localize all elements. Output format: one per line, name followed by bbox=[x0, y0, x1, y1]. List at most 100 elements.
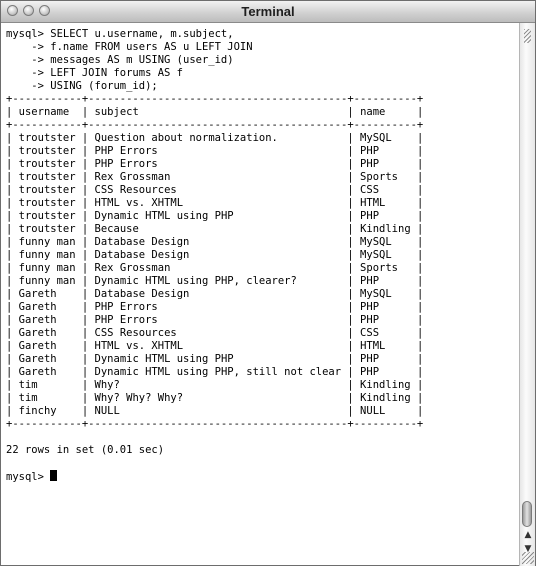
table-cell: HTML bbox=[360, 197, 386, 209]
table-cell: funny man bbox=[18, 275, 76, 287]
table-row: | finchy | NULL | NULL | bbox=[6, 405, 424, 417]
table-body: | troutster | Question about normalizati… bbox=[6, 132, 520, 418]
table-cell: PHP Errors bbox=[94, 301, 158, 313]
text-cursor bbox=[50, 470, 58, 481]
table-row: | troutster | Rex Grossman | Sports | bbox=[6, 171, 424, 183]
table-cell: MySQL bbox=[360, 236, 392, 248]
table-cell: Dynamic HTML using PHP bbox=[94, 210, 234, 222]
table-cell: troutster bbox=[18, 223, 76, 235]
command-prompt[interactable]: mysql> bbox=[6, 470, 520, 483]
table-cell: Kindling bbox=[360, 392, 411, 404]
table-row: | funny man | Rex Grossman | Sports | bbox=[6, 262, 424, 274]
table-cell: PHP bbox=[360, 301, 380, 313]
table-cell: Kindling bbox=[360, 223, 411, 235]
title-bar[interactable]: Terminal bbox=[1, 1, 535, 23]
table-cell: PHP bbox=[360, 366, 380, 378]
vertical-scrollbar[interactable]: ▲ ▼ bbox=[519, 23, 535, 566]
table-cell: Dynamic HTML using PHP, still not clear bbox=[94, 366, 342, 378]
table-cell: CSS bbox=[360, 184, 380, 196]
table-cell: PHP bbox=[360, 314, 380, 326]
table-cell: funny man bbox=[18, 249, 76, 261]
table-cell: funny man bbox=[18, 236, 76, 248]
table-cell: CSS Resources bbox=[94, 327, 177, 339]
table-cell: PHP Errors bbox=[94, 145, 158, 157]
table-cell: MySQL bbox=[360, 288, 392, 300]
table-cell: Sports bbox=[360, 262, 398, 274]
table-cell: Rex Grossman bbox=[94, 262, 171, 274]
table-cell: HTML vs. XHTML bbox=[94, 340, 184, 352]
terminal-window: Terminal mysql> SELECT u.username, m.sub… bbox=[0, 0, 536, 566]
table-row: | Gareth | Dynamic HTML using PHP | PHP … bbox=[6, 353, 424, 365]
resize-grip-icon bbox=[524, 29, 531, 43]
query-line: -> f.name FROM users AS u LEFT JOIN bbox=[6, 41, 253, 53]
table-cell: CSS bbox=[360, 327, 380, 339]
table-row: | troutster | Because | Kindling | bbox=[6, 223, 424, 235]
window-title: Terminal bbox=[241, 4, 295, 19]
table-row: | Gareth | HTML vs. XHTML | HTML | bbox=[6, 340, 424, 352]
table-row: | tim | Why? Why? Why? | Kindling | bbox=[6, 392, 424, 404]
table-cell: troutster bbox=[18, 171, 76, 183]
table-row: | funny man | Dynamic HTML using PHP, cl… bbox=[6, 275, 424, 287]
table-cell: troutster bbox=[18, 210, 76, 222]
table-cell: PHP bbox=[360, 210, 380, 222]
table-row: | troutster | PHP Errors | PHP | bbox=[6, 145, 424, 157]
table-cell: Gareth bbox=[18, 353, 57, 365]
table-cell: Because bbox=[94, 223, 139, 235]
table-cell: troutster bbox=[18, 158, 76, 170]
column-header: username bbox=[18, 106, 70, 118]
table-cell: troutster bbox=[18, 184, 76, 196]
column-header: name bbox=[360, 106, 386, 118]
window-resize-handle[interactable] bbox=[522, 552, 534, 564]
table-row: | Gareth | CSS Resources | CSS | bbox=[6, 327, 424, 339]
table-row: | troutster | PHP Errors | PHP | bbox=[6, 158, 424, 170]
table-cell: tim bbox=[18, 379, 38, 391]
terminal-output[interactable]: mysql> SELECT u.username, m.subject, -> … bbox=[1, 23, 520, 566]
table-cell: Database Design bbox=[94, 288, 190, 300]
table-cell: Gareth bbox=[18, 366, 57, 378]
result-summary: 22 rows in set (0.01 sec) bbox=[6, 444, 165, 456]
table-row: | funny man | Database Design | MySQL | bbox=[6, 236, 424, 248]
table-row: | tim | Why? | Kindling | bbox=[6, 379, 424, 391]
table-cell: Sports bbox=[360, 171, 398, 183]
prompt-label: mysql> bbox=[6, 471, 44, 483]
table-cell: Gareth bbox=[18, 301, 57, 313]
table-row: | Gareth | PHP Errors | PHP | bbox=[6, 314, 424, 326]
table-row: | Gareth | Dynamic HTML using PHP, still… bbox=[6, 366, 424, 378]
table-cell: troutster bbox=[18, 145, 76, 157]
table-cell: PHP bbox=[360, 353, 380, 365]
table-cell: troutster bbox=[18, 197, 76, 209]
table-cell: Database Design bbox=[94, 249, 190, 261]
sql-query: mysql> SELECT u.username, m.subject, -> … bbox=[6, 28, 520, 93]
table-cell: NULL bbox=[360, 405, 386, 417]
table-cell: PHP bbox=[360, 158, 380, 170]
table-cell: tim bbox=[18, 392, 38, 404]
table-row: | troutster | Question about normalizati… bbox=[6, 132, 424, 144]
table-cell: Dynamic HTML using PHP bbox=[94, 353, 234, 365]
table-cell: Gareth bbox=[18, 327, 57, 339]
query-line: -> LEFT JOIN forums AS f bbox=[6, 67, 184, 79]
table-cell: Kindling bbox=[360, 379, 411, 391]
table-cell: HTML bbox=[360, 340, 386, 352]
table-cell: PHP bbox=[360, 145, 380, 157]
table-cell: Gareth bbox=[18, 340, 57, 352]
table-cell: troutster bbox=[18, 132, 76, 144]
table-cell: CSS Resources bbox=[94, 184, 177, 196]
table-cell: HTML vs. XHTML bbox=[94, 197, 184, 209]
table-row: | troutster | HTML vs. XHTML | HTML | bbox=[6, 197, 424, 209]
table-cell: Why? bbox=[94, 379, 120, 391]
scroll-up-arrow-icon[interactable]: ▲ bbox=[522, 529, 534, 541]
table-border-bottom: +-----------+---------------------------… bbox=[6, 418, 424, 430]
table-cell: PHP Errors bbox=[94, 158, 158, 170]
table-cell: funny man bbox=[18, 262, 76, 274]
table-row: | Gareth | Database Design | MySQL | bbox=[6, 288, 424, 300]
scroll-thumb[interactable] bbox=[522, 501, 532, 527]
query-line: -> messages AS m USING (user_id) bbox=[6, 54, 234, 66]
table-cell: PHP Errors bbox=[94, 314, 158, 326]
query-line: mysql> SELECT u.username, m.subject, bbox=[6, 28, 234, 40]
table-cell: Rex Grossman bbox=[94, 171, 171, 183]
table-cell: Gareth bbox=[18, 288, 57, 300]
table-header-row: | username | subject | name | bbox=[6, 106, 424, 118]
table-cell: MySQL bbox=[360, 132, 392, 144]
table-cell: NULL bbox=[94, 405, 120, 417]
table-cell: Gareth bbox=[18, 314, 57, 326]
